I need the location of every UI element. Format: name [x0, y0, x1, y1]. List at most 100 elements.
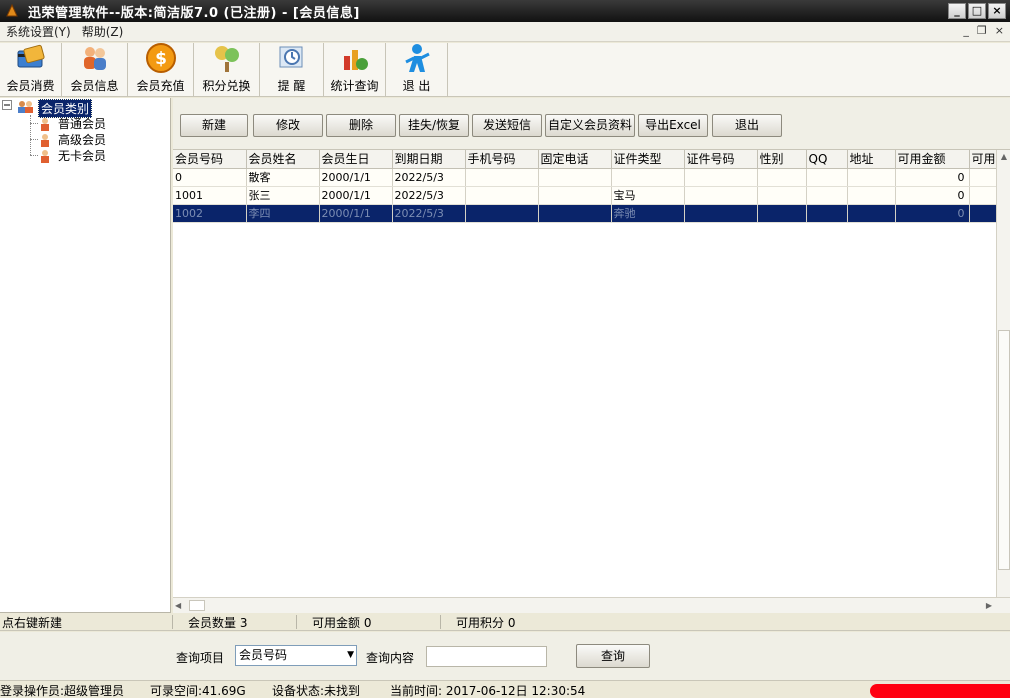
- column-header[interactable]: 地址: [847, 150, 896, 169]
- table-row[interactable]: 1002 李四 2000/1/1 2022/5/3 奔驰 0: [173, 204, 1010, 223]
- column-header[interactable]: 会员姓名: [246, 150, 320, 169]
- exit-panel-button[interactable]: 退出: [712, 114, 782, 137]
- table-cell: [684, 186, 758, 205]
- toolbar-label: 提 醒: [277, 79, 306, 93]
- tree-item-senior-member[interactable]: 高级会员: [38, 131, 106, 148]
- table-cell: 2000/1/1: [319, 186, 393, 205]
- horizontal-scrollbar[interactable]: ◀ ▶: [173, 597, 1010, 613]
- column-header[interactable]: 证件号码: [684, 150, 758, 169]
- minimize-button[interactable]: _: [948, 3, 966, 19]
- tree-item-label: 普通会员: [58, 117, 107, 131]
- column-header[interactable]: 证件类型: [611, 150, 685, 169]
- table-cell: [611, 168, 685, 187]
- table-cell: 2022/5/3: [392, 204, 466, 223]
- toolbar-member-recharge-button[interactable]: $ 会员充值: [128, 43, 194, 97]
- action-bar: 新建 修改 删除 挂失/恢复 发送短信 自定义会员资料 导出Excel 退出: [173, 98, 1010, 150]
- table-cell: 0: [173, 168, 247, 187]
- member-category-tree: 会员类别 普通会员 高级会员 无卡会员: [0, 98, 171, 613]
- table-cell: [847, 186, 896, 205]
- mdi-minimize-button[interactable]: _: [963, 24, 969, 37]
- scroll-thumb[interactable]: [998, 330, 1010, 570]
- status-space: 可录空间:41.69G: [150, 684, 246, 698]
- toolbar-statistics-button[interactable]: 统计查询: [324, 43, 386, 97]
- table-cell: 0: [895, 186, 970, 205]
- table-row[interactable]: 1001 张三 2000/1/1 2022/5/3 宝马 0: [173, 186, 1010, 205]
- column-header[interactable]: 到期日期: [392, 150, 466, 169]
- table-cell: [757, 186, 807, 205]
- table-cell: 张三: [246, 186, 320, 205]
- toolbar-member-info-button[interactable]: 会员信息: [62, 43, 128, 97]
- table-cell: [684, 168, 758, 187]
- mdi-close-button[interactable]: ×: [995, 24, 1004, 37]
- toolbar-label: 会员消费: [6, 79, 55, 93]
- table-cell: [465, 168, 539, 187]
- table-cell: 宝马: [611, 186, 685, 205]
- toolbar-member-consume-button[interactable]: 会员消费: [0, 43, 62, 97]
- column-header[interactable]: 会员生日: [319, 150, 393, 169]
- table-cell: [538, 186, 612, 205]
- table-cell: [538, 204, 612, 223]
- svg-text:$: $: [155, 49, 167, 69]
- table-cell: 2000/1/1: [319, 168, 393, 187]
- scroll-up-icon[interactable]: ▲: [997, 150, 1010, 164]
- toolbar-label: 会员信息: [70, 79, 119, 93]
- query-content-input[interactable]: [426, 646, 547, 667]
- horizontal-scroll-thumb[interactable]: [189, 600, 205, 611]
- mdi-restore-button[interactable]: ❐: [977, 24, 987, 37]
- query-item-label: 查询项目: [176, 651, 225, 665]
- query-button[interactable]: 查询: [576, 644, 650, 668]
- column-header[interactable]: 固定电话: [538, 150, 612, 169]
- table-cell: 2000/1/1: [319, 204, 393, 223]
- table-cell: [806, 204, 848, 223]
- exchange-icon: [211, 42, 243, 74]
- custom-member-data-button[interactable]: 自定义会员资料: [545, 114, 635, 137]
- column-header[interactable]: QQ: [806, 150, 848, 169]
- column-header[interactable]: 性别: [757, 150, 807, 169]
- table-cell: 0: [895, 168, 970, 187]
- status-time: 当前时间: 2017-06-12日 12:30:54: [390, 684, 586, 698]
- scroll-right-icon[interactable]: ▶: [986, 598, 992, 613]
- table-cell: [465, 186, 539, 205]
- table-cell: 李四: [246, 204, 320, 223]
- table-cell: [465, 204, 539, 223]
- toolbar-reminder-button[interactable]: 提 醒: [260, 43, 324, 97]
- table-row[interactable]: 0 散客 2000/1/1 2022/5/3 0: [173, 168, 1010, 187]
- new-button[interactable]: 新建: [180, 114, 248, 137]
- column-header[interactable]: 可用金额: [895, 150, 970, 169]
- table-cell: 散客: [246, 168, 320, 187]
- vertical-scrollbar[interactable]: ▲: [996, 150, 1010, 597]
- table-cell: [847, 168, 896, 187]
- export-excel-button[interactable]: 导出Excel: [638, 114, 708, 137]
- menu-system-settings[interactable]: 系统设置(Y): [0, 23, 76, 40]
- toolbar-label: 统计查询: [330, 79, 379, 93]
- delete-button[interactable]: 删除: [326, 114, 396, 137]
- window-title: 迅荣管理软件--版本:简洁版7.0 (已注册) - [会员信息]: [28, 5, 360, 21]
- member-icon: [41, 117, 49, 131]
- available-points: 可用积分 0: [456, 616, 516, 630]
- close-button[interactable]: ×: [988, 3, 1006, 19]
- tree-item-regular-member[interactable]: 普通会员: [38, 115, 106, 132]
- query-item-select[interactable]: 会员号码 ▼: [235, 645, 357, 666]
- tree-item-no-card-member[interactable]: 无卡会员: [38, 147, 106, 164]
- menu-help[interactable]: 帮助(Z): [76, 23, 129, 40]
- exit-person-icon: [401, 42, 433, 74]
- main-toolbar: 会员消费 会员信息 $ 会员充值 积分兑换 提 醒 统计查询 退 出: [0, 43, 1010, 97]
- toolbar-exit-button[interactable]: 退 出: [386, 43, 448, 97]
- toolbar-points-exchange-button[interactable]: 积分兑换: [194, 43, 260, 97]
- redaction-mark: [870, 684, 1010, 698]
- column-header[interactable]: 会员号码: [173, 150, 247, 169]
- tree-collapse-toggle[interactable]: [2, 100, 13, 111]
- column-header[interactable]: 手机号码: [465, 150, 539, 169]
- suspend-restore-button[interactable]: 挂失/恢复: [399, 114, 469, 137]
- scroll-left-icon[interactable]: ◀: [175, 598, 181, 613]
- chevron-down-icon[interactable]: ▼: [347, 648, 354, 663]
- send-sms-button[interactable]: 发送短信: [472, 114, 542, 137]
- tree-item-label: 高级会员: [58, 133, 107, 147]
- edit-button[interactable]: 修改: [253, 114, 323, 137]
- status-device: 设备状态:未找到: [272, 684, 361, 698]
- status-operator: 登录操作员:超级管理员: [0, 684, 125, 698]
- maximize-button[interactable]: □: [968, 3, 986, 19]
- table-cell: [806, 186, 848, 205]
- right-click-hint: 点右键新建: [2, 616, 63, 630]
- member-count: 会员数量 3: [188, 616, 248, 630]
